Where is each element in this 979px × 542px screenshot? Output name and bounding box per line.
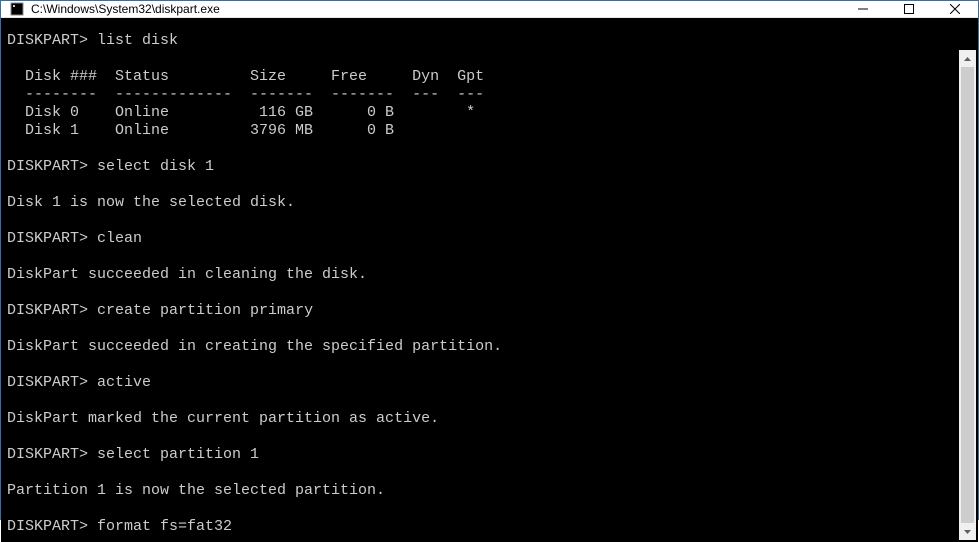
minimize-button[interactable]: [840, 1, 886, 17]
maximize-button[interactable]: [886, 1, 932, 17]
cmd-list-disk: list disk: [97, 32, 178, 49]
prompt: DISKPART>: [7, 302, 88, 319]
scrollbar-track[interactable]: [959, 67, 976, 523]
response-text: Partition 1 is now the selected partitio…: [7, 482, 385, 499]
prompt: DISKPART>: [7, 230, 88, 247]
close-button[interactable]: [932, 1, 978, 17]
cmd-active: active: [97, 374, 151, 391]
response-text: DiskPart succeeded in creating the speci…: [7, 338, 502, 355]
response-text: Disk 1 is now the selected disk.: [7, 194, 295, 211]
response-text: DiskPart succeeded in cleaning the disk.: [7, 266, 367, 283]
cmd-select-disk: select disk 1: [97, 158, 214, 175]
cmd-format: format fs=fat32: [97, 518, 232, 535]
scrollbar-thumb[interactable]: [961, 67, 974, 523]
prompt: DISKPART>: [7, 518, 88, 535]
scrollbar-up-button[interactable]: [959, 50, 976, 67]
cmd-create-partition: create partition primary: [97, 302, 313, 319]
prompt: DISKPART>: [7, 374, 88, 391]
cmd-select-partition: select partition 1: [97, 446, 259, 463]
cmd-clean: clean: [97, 230, 142, 247]
prompt: DISKPART>: [7, 446, 88, 463]
prompt: DISKPART>: [7, 32, 88, 49]
app-window: C:\Windows\System32\diskpart.exe DISKPAR…: [0, 0, 979, 520]
scrollbar-vertical[interactable]: [959, 50, 976, 540]
titlebar[interactable]: C:\Windows\System32\diskpart.exe: [1, 1, 978, 18]
disk-table-header: Disk ### Status Size Free Dyn Gpt: [7, 68, 484, 85]
response-text: DiskPart marked the current partition as…: [7, 410, 439, 427]
console-area: DISKPART> list disk Disk ### Status Size…: [1, 18, 978, 542]
app-icon: [9, 1, 25, 17]
scrollbar-down-button[interactable]: [959, 523, 976, 540]
disk-table-divider: -------- ------------- ------- ------- -…: [7, 86, 484, 103]
window-title: C:\Windows\System32\diskpart.exe: [31, 2, 840, 16]
prompt: DISKPART>: [7, 158, 88, 175]
console-output[interactable]: DISKPART> list disk Disk ### Status Size…: [1, 18, 978, 542]
disk-table-row: Disk 1 Online 3796 MB 0 B: [7, 122, 394, 139]
disk-table-row: Disk 0 Online 116 GB 0 B *: [7, 104, 475, 121]
window-controls: [840, 1, 978, 17]
